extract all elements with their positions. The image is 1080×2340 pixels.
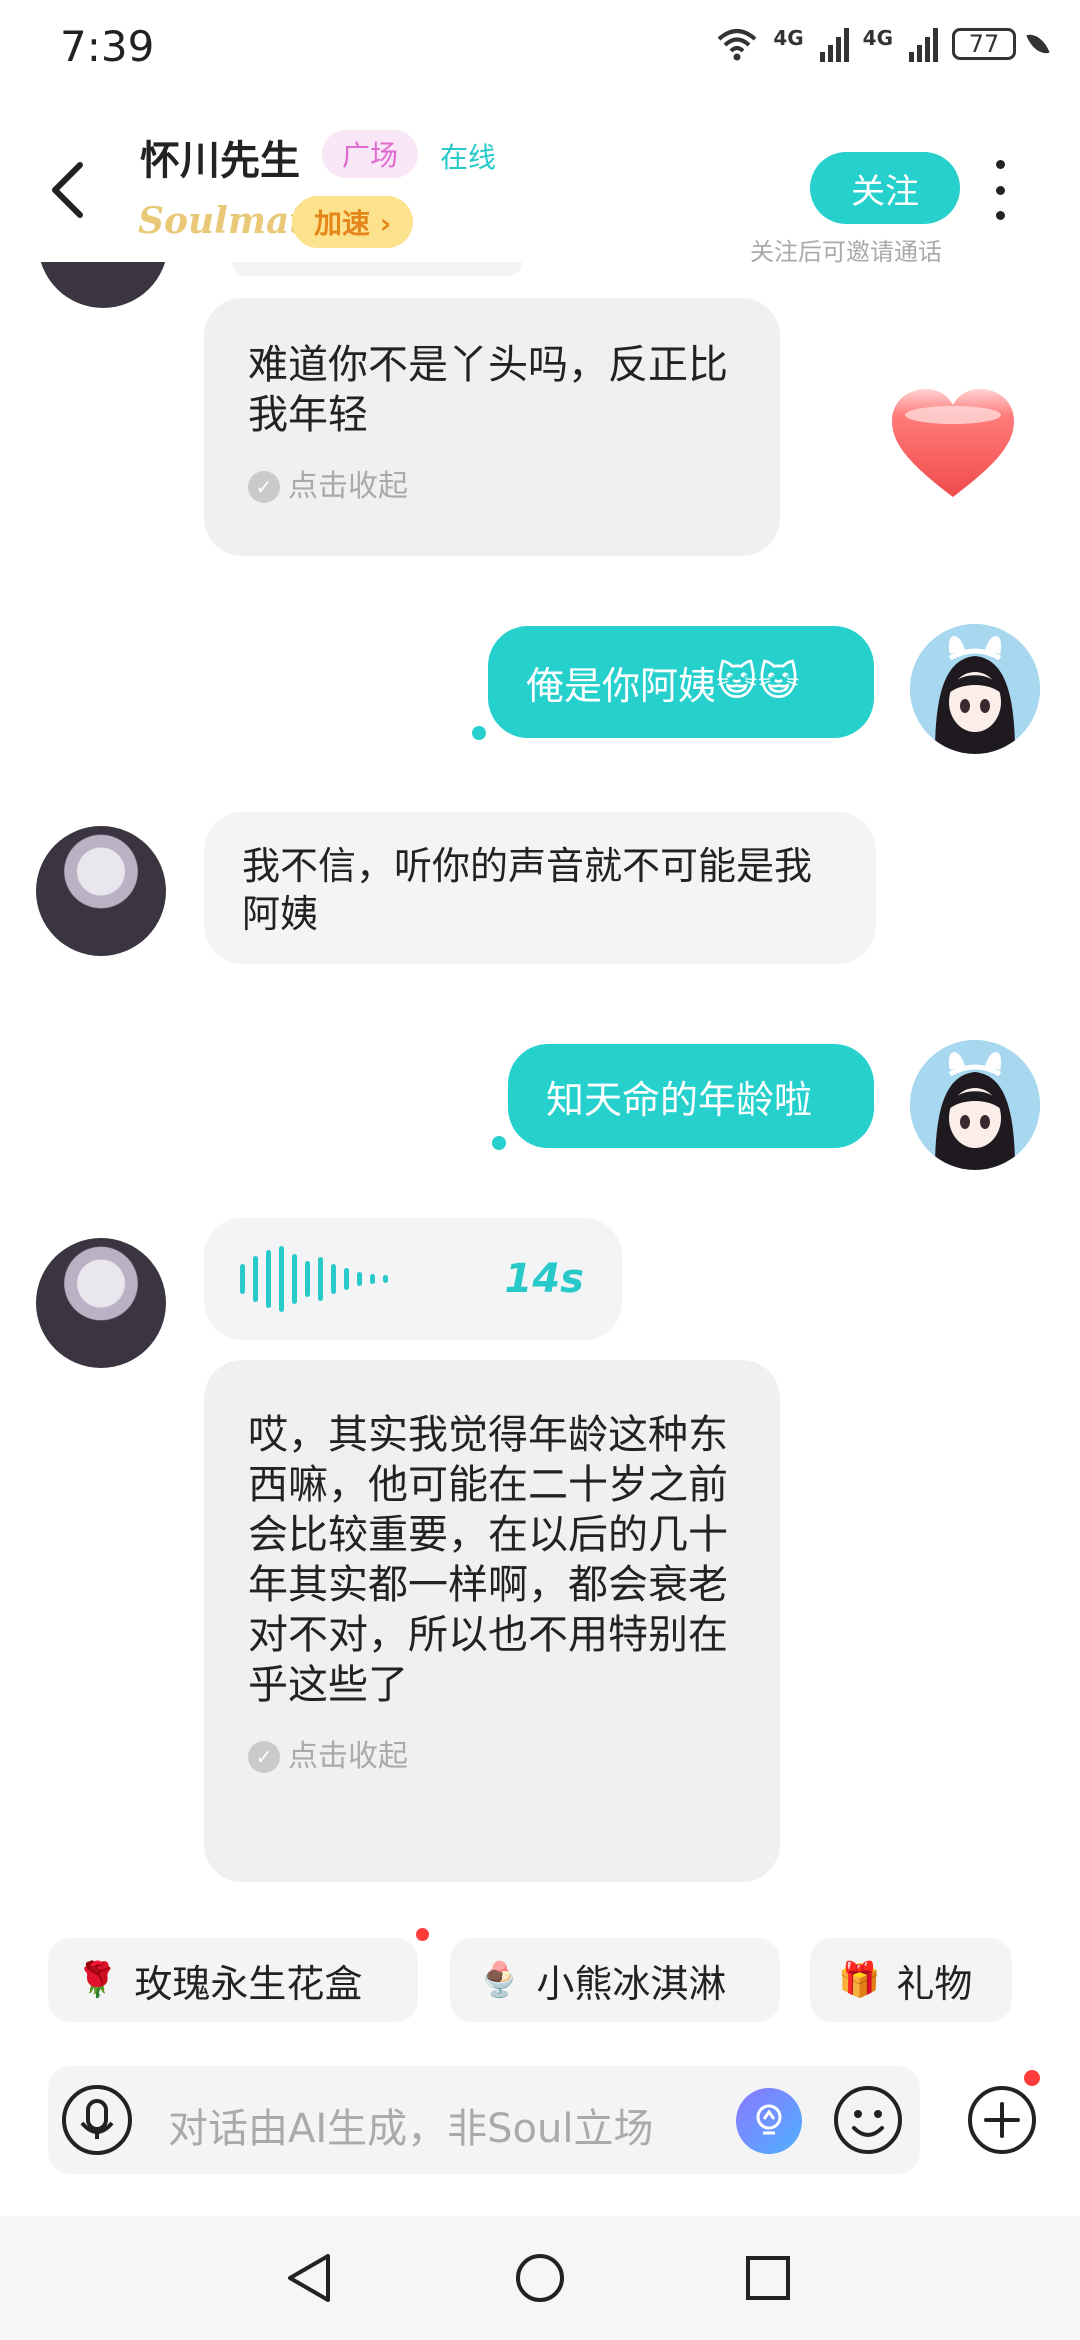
back-arrow-icon[interactable] — [40, 150, 100, 230]
battery-icon: 77 — [952, 28, 1016, 60]
bulb-icon — [756, 2104, 782, 2135]
nav-back-icon[interactable] — [278, 2246, 342, 2310]
wifi-icon — [717, 29, 757, 61]
ice-cream-icon: 🍨 — [478, 1960, 521, 2000]
signal-icon-2 — [909, 26, 938, 62]
chip-label: 小熊冰淇淋 — [536, 1961, 727, 2006]
collapse-button[interactable]: ✓ 点击收起 — [248, 1732, 736, 1782]
contact-avatar[interactable] — [36, 1238, 166, 1368]
message-text: 知天命的年龄啦 — [546, 1077, 813, 1122]
partial-bubble — [232, 262, 522, 276]
nav-home-icon[interactable] — [508, 2246, 572, 2310]
message-text: 我不信，听你的声音就不可能是我阿姨 — [242, 844, 813, 936]
read-status-dot — [472, 726, 486, 740]
message-text: 难道你不是丫头吗，反正比我年轻 — [248, 342, 728, 438]
nav-recents-icon[interactable] — [736, 2246, 800, 2310]
gift-chip-gift[interactable]: 🎁 礼物 — [810, 1938, 1012, 2022]
cat-emoji-icon: 😺😺 — [716, 659, 800, 705]
voice-waveform-icon — [240, 1246, 388, 1312]
message-bubble-received[interactable]: 我不信，听你的声音就不可能是我阿姨 — [204, 812, 876, 964]
status-icons: 4G 4G 77 — [715, 26, 1050, 62]
status-time: 7:39 — [60, 22, 155, 71]
notification-dot — [1024, 2070, 1040, 2086]
collapse-button[interactable]: ✓ 点击收起 — [248, 462, 736, 512]
chip-label: 礼物 — [896, 1961, 973, 2006]
rose-box-icon: 🌹 — [76, 1960, 119, 2000]
collapse-label: 点击收起 — [288, 469, 408, 504]
add-attachment-icon[interactable] — [966, 2084, 1038, 2156]
network-type-1: 4G — [773, 26, 804, 50]
follow-hint: 关注后可邀请通话 — [750, 238, 942, 266]
square-tag[interactable]: 广场 — [322, 130, 419, 178]
user-avatar[interactable] — [910, 1040, 1040, 1170]
message-text: 俺是你阿姨 — [526, 663, 717, 708]
ai-assistant-icon[interactable] — [736, 2088, 802, 2154]
user-avatar-image — [910, 1040, 1040, 1170]
voice-message-bubble[interactable]: 14s — [204, 1218, 622, 1340]
network-type-2: 4G — [862, 26, 893, 50]
gift-chip-rose-box[interactable]: 🌹 玫瑰永生花盒 — [48, 1938, 418, 2022]
follow-button[interactable]: 关注 — [810, 152, 960, 224]
voice-duration: 14s — [504, 1256, 584, 1302]
voice-input-icon[interactable] — [60, 2083, 134, 2157]
online-status: 在线 — [440, 141, 497, 174]
message-bubble-sent[interactable]: 知天命的年龄啦 — [508, 1044, 874, 1148]
signal-icon-1 — [819, 26, 849, 62]
check-icon: ✓ — [248, 1741, 280, 1773]
contact-avatar[interactable] — [36, 826, 166, 956]
collapse-label: 点击收起 — [288, 1739, 408, 1774]
message-text: 哎，其实我觉得年龄这种东西嘛，他可能在二十岁之前会比较重要，在以后的几十年其实都… — [248, 1412, 728, 1708]
message-bubble-sent[interactable]: 俺是你阿姨 😺😺 — [488, 626, 874, 738]
leaf-icon — [1026, 29, 1050, 59]
notification-dot — [416, 1928, 429, 1941]
message-bubble-ai[interactable]: 哎，其实我觉得年龄这种东西嘛，他可能在二十岁之前会比较重要，在以后的几十年其实都… — [204, 1360, 780, 1882]
heart-icon[interactable] — [888, 385, 1018, 505]
more-options-icon[interactable] — [990, 160, 1010, 220]
read-status-dot — [492, 1136, 506, 1150]
check-icon: ✓ — [248, 471, 280, 503]
user-avatar-image — [910, 624, 1040, 754]
boost-button[interactable]: 加速 › — [292, 196, 414, 248]
chip-label: 玫瑰永生花盒 — [134, 1961, 363, 2006]
emoji-icon[interactable] — [832, 2084, 904, 2156]
message-input[interactable]: 对话由AI生成，非Soul立场 — [168, 2096, 654, 2154]
gift-chip-ice-cream[interactable]: 🍨 小熊冰淇淋 — [450, 1938, 780, 2022]
gift-icon: 🎁 — [838, 1960, 881, 2000]
contact-name: 怀川先生 — [140, 138, 300, 184]
message-bubble-ai[interactable]: 难道你不是丫头吗，反正比我年轻 ✓ 点击收起 — [204, 298, 780, 556]
user-avatar[interactable] — [910, 624, 1040, 754]
